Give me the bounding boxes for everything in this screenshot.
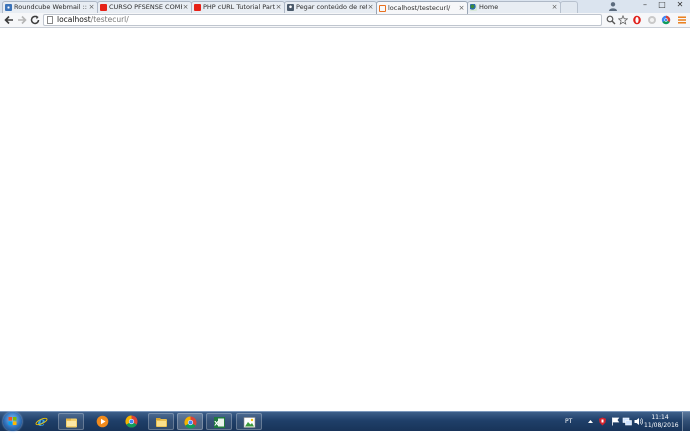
show-desktop-button[interactable] bbox=[682, 412, 690, 431]
antivirus-shield-icon[interactable] bbox=[598, 417, 607, 426]
network-icon[interactable] bbox=[622, 417, 632, 426]
tab-close-icon[interactable]: × bbox=[367, 2, 374, 13]
taskbar-ie[interactable]: e bbox=[29, 413, 55, 430]
excel-icon: X bbox=[214, 417, 225, 428]
image-viewer-icon bbox=[243, 417, 256, 428]
tab-title: Home bbox=[479, 3, 499, 11]
windows-logo-icon bbox=[8, 417, 17, 425]
start-button[interactable] bbox=[3, 412, 22, 431]
file-explorer-icon bbox=[66, 418, 77, 428]
tab-close-icon[interactable]: × bbox=[275, 2, 282, 13]
ie-icon: e bbox=[35, 415, 48, 428]
taskbar-folder[interactable] bbox=[148, 413, 174, 430]
tab-title: Roundcube Webmail :: Ca bbox=[14, 3, 88, 11]
reload-icon[interactable] bbox=[29, 14, 41, 26]
clock-time: 11:14 bbox=[651, 414, 669, 421]
menu-hamburger-icon[interactable] bbox=[677, 15, 687, 25]
taskbar-chrome[interactable] bbox=[119, 413, 145, 430]
windows-taskbar: e X PT 11:14 11/08/2016 bbox=[0, 411, 690, 431]
svg-text:e: e bbox=[38, 415, 46, 428]
tab-title: localhost/testecurl/ bbox=[388, 3, 451, 12]
system-clock[interactable]: 11:14 11/08/2016 bbox=[644, 414, 679, 429]
browser-toolbar: localhost/testecurl/ bbox=[0, 13, 690, 28]
tab-close-icon[interactable]: × bbox=[88, 2, 95, 13]
zoom-magnifier-icon[interactable] bbox=[606, 15, 616, 25]
new-tab-button[interactable] bbox=[560, 1, 578, 13]
tab-pegar-conteudo[interactable]: Pegar conteúdo de retorn × bbox=[284, 1, 377, 13]
close-window-button[interactable]: ✕ bbox=[671, 0, 689, 10]
opera-extension-icon[interactable] bbox=[632, 15, 642, 25]
tab-close-icon[interactable]: × bbox=[551, 2, 558, 13]
language-indicator[interactable]: PT bbox=[565, 412, 572, 431]
url-text: localhost/testecurl/ bbox=[57, 15, 129, 25]
tab-close-icon[interactable]: × bbox=[458, 3, 465, 14]
stackoverflow-icon bbox=[287, 4, 294, 11]
bookmark-star-icon[interactable] bbox=[618, 15, 628, 25]
clock-date: 11/08/2016 bbox=[644, 421, 679, 429]
chrome-extension-icon[interactable] bbox=[661, 15, 671, 25]
tab-home[interactable]: Home × bbox=[467, 1, 561, 13]
url-path: /testecurl/ bbox=[90, 15, 129, 24]
tab-localhost[interactable]: localhost/testecurl/ × bbox=[376, 1, 468, 14]
page-content bbox=[0, 28, 690, 411]
tab-strip: Roundcube Webmail :: Ca × CURSO PFSENSE … bbox=[0, 0, 690, 14]
tab-title: PHP cURL Tutorial Part 1: bbox=[203, 3, 275, 11]
url-host: localhost bbox=[57, 15, 91, 24]
tab-title: CURSO PFSENSE COMPL bbox=[109, 3, 182, 11]
forward-arrow-icon[interactable] bbox=[16, 14, 28, 26]
youtube-icon bbox=[100, 4, 107, 11]
taskbar-image-viewer[interactable] bbox=[236, 413, 262, 430]
folder-icon bbox=[156, 418, 167, 427]
user-profile-icon[interactable] bbox=[608, 1, 618, 11]
taskbar-excel[interactable]: X bbox=[206, 413, 232, 430]
tab-close-icon[interactable]: × bbox=[182, 2, 189, 13]
chrome-icon bbox=[184, 416, 197, 429]
page-icon bbox=[47, 16, 53, 24]
home-globe-icon bbox=[470, 4, 477, 11]
youtube-icon bbox=[194, 4, 201, 11]
tab-pfsense[interactable]: CURSO PFSENSE COMPL × bbox=[97, 1, 192, 13]
tray-expand-icon[interactable] bbox=[587, 418, 594, 425]
minimize-button[interactable]: – bbox=[637, 0, 653, 10]
tab-php-curl[interactable]: PHP cURL Tutorial Part 1: × bbox=[191, 1, 285, 13]
taskbar-chrome-active[interactable] bbox=[177, 413, 203, 430]
maximize-button[interactable]: □ bbox=[654, 0, 670, 10]
action-center-flag-icon[interactable] bbox=[611, 417, 620, 426]
taskbar-file-explorer[interactable] bbox=[58, 413, 84, 430]
chrome-icon bbox=[125, 415, 138, 428]
volume-icon[interactable] bbox=[634, 417, 643, 426]
tab-title: Pegar conteúdo de retorn bbox=[296, 3, 367, 11]
address-bar[interactable]: localhost/testecurl/ bbox=[43, 14, 602, 26]
roundcube-icon bbox=[5, 4, 12, 11]
svg-text:X: X bbox=[214, 419, 219, 427]
back-arrow-icon[interactable] bbox=[3, 14, 15, 26]
page-icon bbox=[379, 4, 386, 12]
taskbar-media-player[interactable] bbox=[90, 413, 116, 430]
media-player-icon bbox=[96, 415, 109, 428]
tab-roundcube[interactable]: Roundcube Webmail :: Ca × bbox=[2, 1, 98, 13]
extension-circle-icon[interactable] bbox=[647, 15, 657, 25]
